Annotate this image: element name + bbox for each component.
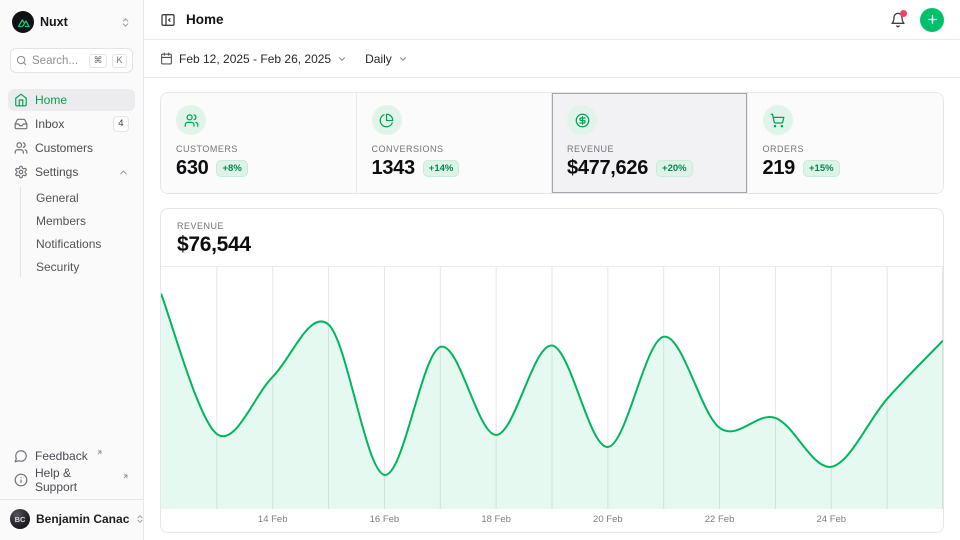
sidebar-item-home[interactable]: Home xyxy=(8,89,135,111)
external-link-icon xyxy=(122,473,129,480)
workspace-switcher[interactable]: Nuxt xyxy=(8,8,135,36)
kbd-k: K xyxy=(112,54,127,68)
message-circle-icon xyxy=(14,449,28,463)
pie-chart-icon xyxy=(372,105,402,135)
external-link-icon xyxy=(96,449,103,456)
calendar-icon xyxy=(160,52,173,65)
chart-header: REVENUE $76,544 xyxy=(161,209,943,267)
chart-x-axis: 14 Feb 16 Feb 18 Feb 20 Feb 22 Feb 24 Feb xyxy=(161,509,943,532)
chevron-down-icon xyxy=(398,54,408,64)
stat-label: ORDERS xyxy=(763,144,929,154)
filter-toolbar: Feb 12, 2025 - Feb 26, 2025 Daily xyxy=(144,40,960,78)
home-icon xyxy=(14,93,28,107)
sidebar-item-label: Home xyxy=(35,93,67,107)
period-value: Daily xyxy=(365,52,392,66)
feedback-label: Feedback xyxy=(35,449,88,463)
chevrons-up-down-icon xyxy=(120,17,131,28)
stat-delta-badge: +8% xyxy=(216,160,247,177)
help-support-label: Help & Support xyxy=(35,466,114,494)
add-button[interactable] xyxy=(920,8,944,32)
sidebar-item-inbox[interactable]: Inbox 4 xyxy=(8,113,135,135)
topbar-actions xyxy=(890,8,944,32)
x-axis-label: 16 Feb xyxy=(370,514,400,525)
settings-subnav: General Members Notifications Security xyxy=(20,187,135,277)
sidebar-item-customers[interactable]: Customers xyxy=(8,137,135,159)
stat-value: $477,626 xyxy=(567,157,648,180)
avatar: BC xyxy=(10,509,30,529)
search-placeholder: Search... xyxy=(32,55,84,67)
chevron-down-icon xyxy=(337,54,347,64)
search-input[interactable]: Search... ⌘ K xyxy=(10,48,133,73)
sidebar-item-security[interactable]: Security xyxy=(36,256,135,277)
stat-card-conversions[interactable]: CONVERSIONS 1343 +14% xyxy=(357,93,553,193)
sidebar-item-notifications[interactable]: Notifications xyxy=(36,233,135,254)
stat-card-revenue[interactable]: REVENUE $477,626 +20% xyxy=(552,93,748,193)
user-name: Benjamin Canac xyxy=(36,512,129,526)
stat-value: 219 xyxy=(763,157,795,180)
gear-icon xyxy=(14,165,28,179)
chart-total-value: $76,544 xyxy=(177,233,927,257)
x-axis-label: 14 Feb xyxy=(258,514,288,525)
sidebar: Nuxt Search... ⌘ K Home Inbox 4 xyxy=(0,0,144,540)
users-icon xyxy=(176,105,206,135)
chart-metric-label: REVENUE xyxy=(177,221,927,231)
notifications-button[interactable] xyxy=(890,12,906,28)
search-icon xyxy=(16,55,27,66)
sidebar-item-members[interactable]: Members xyxy=(36,210,135,231)
user-menu[interactable]: BC Benjamin Canac xyxy=(0,499,143,532)
stat-label: CUSTOMERS xyxy=(176,144,341,154)
chart-plot-area[interactable] xyxy=(161,267,943,509)
collapse-sidebar-icon[interactable] xyxy=(160,12,176,28)
stat-value: 1343 xyxy=(372,157,415,180)
x-axis-label: 18 Feb xyxy=(481,514,511,525)
help-support-link[interactable]: Help & Support xyxy=(8,469,135,491)
date-range-value: Feb 12, 2025 - Feb 26, 2025 xyxy=(179,52,331,66)
topbar: Home xyxy=(144,0,960,40)
inbox-count-badge: 4 xyxy=(113,116,129,131)
stats-grid: CUSTOMERS 630 +8% CONVERSIONS 1343 +14% xyxy=(160,92,944,194)
sidebar-item-label: Customers xyxy=(35,141,93,155)
sidebar-item-label: Settings xyxy=(35,165,78,179)
stat-delta-badge: +14% xyxy=(423,160,460,177)
sidebar-footer-links: Feedback Help & Support xyxy=(8,445,135,491)
stat-delta-badge: +15% xyxy=(803,160,840,177)
notification-dot xyxy=(900,10,907,17)
users-icon xyxy=(14,141,28,155)
plus-icon xyxy=(926,13,939,26)
inbox-icon xyxy=(14,117,28,131)
x-axis-label: 22 Feb xyxy=(705,514,735,525)
date-range-picker[interactable]: Feb 12, 2025 - Feb 26, 2025 xyxy=(160,52,347,66)
cart-icon xyxy=(763,105,793,135)
page-title: Home xyxy=(186,12,224,27)
kbd-cmd: ⌘ xyxy=(89,54,107,68)
sidebar-nav: Home Inbox 4 Customers Settings Ge xyxy=(8,89,135,279)
sidebar-item-general[interactable]: General xyxy=(36,187,135,208)
sidebar-item-settings[interactable]: Settings xyxy=(8,161,135,183)
x-axis-label: 24 Feb xyxy=(816,514,846,525)
revenue-chart-card: REVENUE $76,544 14 Feb 16 Feb 18 Feb 20 Feb… xyxy=(160,208,944,533)
sidebar-spacer xyxy=(8,279,135,445)
dollar-icon xyxy=(567,105,597,135)
period-select[interactable]: Daily xyxy=(365,52,408,66)
stat-label: REVENUE xyxy=(567,144,732,154)
nuxt-logo-icon xyxy=(12,11,34,33)
chevron-up-icon xyxy=(118,167,129,178)
stat-card-orders[interactable]: ORDERS 219 +15% xyxy=(748,93,944,193)
feedback-link[interactable]: Feedback xyxy=(8,445,135,467)
content: CUSTOMERS 630 +8% CONVERSIONS 1343 +14% xyxy=(144,78,960,540)
x-axis-label: 20 Feb xyxy=(593,514,623,525)
info-circle-icon xyxy=(14,473,28,487)
stat-value: 630 xyxy=(176,157,208,180)
sidebar-item-label: Inbox xyxy=(35,117,64,131)
stat-label: CONVERSIONS xyxy=(372,144,537,154)
stat-card-customers[interactable]: CUSTOMERS 630 +8% xyxy=(161,93,357,193)
main-panel: Home Feb 12, 2025 - Feb 26, 2025 Daily xyxy=(144,0,960,540)
revenue-chart-svg xyxy=(161,267,943,509)
stat-delta-badge: +20% xyxy=(656,160,693,177)
workspace-name: Nuxt xyxy=(40,15,68,29)
